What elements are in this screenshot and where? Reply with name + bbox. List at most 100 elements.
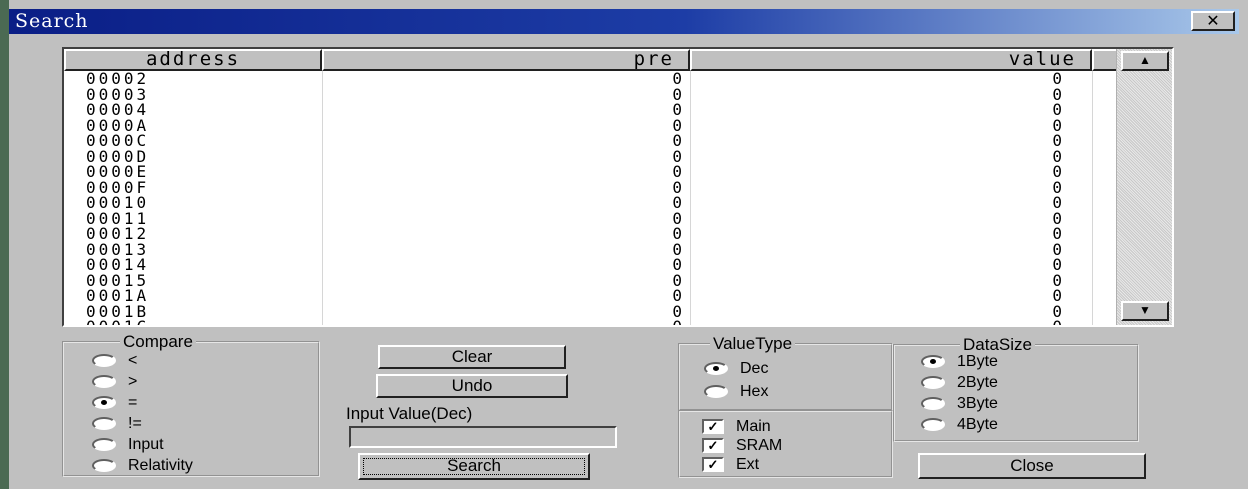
table-row[interactable]: 0001A 0 0 bbox=[64, 288, 1116, 304]
data-size-option-1byte[interactable]: 1Byte bbox=[921, 352, 998, 372]
value-cell: 0 bbox=[1052, 317, 1062, 327]
search-dialog: Search ✕ address pre value 00002 0 0 00003 0… bbox=[0, 0, 1248, 489]
table-row[interactable]: 00003 0 0 bbox=[64, 84, 1116, 104]
radio-button[interactable] bbox=[921, 355, 945, 369]
value-cell: 0 bbox=[1052, 131, 1062, 150]
radio-button[interactable] bbox=[92, 375, 116, 389]
background-edge bbox=[0, 0, 9, 489]
address-cell: 00012 bbox=[86, 224, 150, 243]
compare-option-less-than[interactable]: < bbox=[92, 351, 137, 371]
memory-option-ext[interactable]: ✓ Ext bbox=[702, 455, 759, 475]
data-size-option-3byte[interactable]: 3Byte bbox=[921, 394, 998, 414]
pre-cell: 0 bbox=[672, 131, 682, 150]
radio-button[interactable] bbox=[921, 376, 945, 390]
pre-cell: 0 bbox=[672, 270, 682, 290]
arrow-up-icon: ▲ bbox=[1139, 53, 1151, 67]
table-row[interactable]: 00004 0 0 bbox=[64, 102, 1116, 118]
compare-option-not-equal[interactable]: != bbox=[92, 414, 142, 434]
address-cell: 00014 bbox=[86, 255, 150, 274]
value-type-option-dec[interactable]: Dec bbox=[704, 359, 768, 379]
checkbox[interactable]: ✓ bbox=[702, 457, 724, 473]
vertical-scrollbar[interactable]: ▲ ▼ bbox=[1116, 49, 1172, 325]
checkbox[interactable]: ✓ bbox=[702, 419, 724, 435]
checkbox[interactable]: ✓ bbox=[702, 438, 724, 454]
input-value-field[interactable] bbox=[349, 426, 617, 448]
address-cell: 00004 bbox=[86, 100, 150, 119]
value-cell: 0 bbox=[1052, 208, 1062, 228]
column-header-address[interactable]: address bbox=[64, 49, 322, 71]
value-cell: 0 bbox=[1052, 239, 1062, 259]
table-row[interactable]: 00014 0 0 bbox=[64, 257, 1116, 273]
close-window-button[interactable]: ✕ bbox=[1191, 11, 1235, 31]
close-button[interactable]: Close bbox=[918, 453, 1146, 479]
data-size-option-4byte[interactable]: 4Byte bbox=[921, 415, 998, 435]
table-row[interactable]: 00002 0 0 bbox=[64, 71, 1116, 87]
search-button[interactable]: Search bbox=[358, 453, 590, 480]
pre-cell: 0 bbox=[672, 115, 682, 135]
pre-cell: 0 bbox=[672, 301, 682, 321]
pre-cell: 0 bbox=[672, 208, 682, 228]
value-cell: 0 bbox=[1052, 224, 1062, 243]
table-row[interactable]: 00015 0 0 bbox=[64, 270, 1116, 290]
radio-button[interactable] bbox=[704, 362, 728, 376]
pre-cell: 0 bbox=[672, 224, 682, 243]
pre-cell: 0 bbox=[672, 239, 682, 259]
value-cell: 0 bbox=[1052, 146, 1062, 166]
value-type-option-hex[interactable]: Hex bbox=[704, 382, 768, 402]
pre-cell: 0 bbox=[672, 193, 682, 212]
value-cell: 0 bbox=[1052, 84, 1062, 104]
address-cell: 0000C bbox=[86, 131, 150, 150]
memory-group: ✓ Main ✓ SRAM ✓ Ext bbox=[678, 410, 893, 478]
title-bar[interactable]: Search ✕ bbox=[9, 9, 1239, 34]
table-row[interactable]: 0000A 0 0 bbox=[64, 115, 1116, 135]
pre-cell: 0 bbox=[672, 84, 682, 104]
value-cell: 0 bbox=[1052, 270, 1062, 290]
undo-button[interactable]: Undo bbox=[376, 374, 568, 398]
address-cell: 0001C bbox=[86, 317, 150, 327]
radio-button[interactable] bbox=[921, 418, 945, 432]
radio-button[interactable] bbox=[921, 397, 945, 411]
pre-cell: 0 bbox=[672, 286, 682, 305]
table-row[interactable]: 0000C 0 0 bbox=[64, 133, 1116, 149]
column-header-pre[interactable]: pre bbox=[322, 49, 690, 71]
memory-option-main[interactable]: ✓ Main bbox=[702, 417, 771, 437]
table-row[interactable]: 00011 0 0 bbox=[64, 208, 1116, 228]
value-cell: 0 bbox=[1052, 100, 1062, 119]
table-row[interactable]: 0001B 0 0 bbox=[64, 301, 1116, 321]
table-row[interactable]: 0001C 0 0 bbox=[64, 317, 1116, 327]
clear-button[interactable]: Clear bbox=[378, 345, 566, 369]
value-cell: 0 bbox=[1052, 255, 1062, 274]
scroll-down-button[interactable]: ▼ bbox=[1121, 301, 1169, 321]
scroll-up-button[interactable]: ▲ bbox=[1121, 51, 1169, 71]
pre-cell: 0 bbox=[672, 317, 682, 327]
radio-button[interactable] bbox=[92, 459, 116, 473]
address-cell: 0000E bbox=[86, 162, 150, 181]
close-icon: ✕ bbox=[1206, 11, 1220, 30]
table-row[interactable]: 0000F 0 0 bbox=[64, 177, 1116, 197]
radio-button[interactable] bbox=[92, 396, 116, 410]
compare-option-input[interactable]: Input bbox=[92, 435, 164, 455]
compare-option-greater-than[interactable]: > bbox=[92, 372, 137, 392]
compare-option-equal[interactable]: = bbox=[92, 393, 137, 413]
radio-button[interactable] bbox=[704, 385, 728, 399]
pre-cell: 0 bbox=[672, 255, 682, 274]
table-row[interactable]: 00013 0 0 bbox=[64, 239, 1116, 259]
value-type-label: ValueType bbox=[710, 334, 796, 353]
memory-option-sram[interactable]: ✓ SRAM bbox=[702, 436, 782, 456]
data-size-option-2byte[interactable]: 2Byte bbox=[921, 373, 998, 393]
results-list[interactable]: address pre value 00002 0 0 00003 0 0 00004 0 0 0… bbox=[62, 47, 1174, 327]
pre-cell: 0 bbox=[672, 177, 682, 197]
radio-button[interactable] bbox=[92, 438, 116, 452]
table-row[interactable]: 00012 0 0 bbox=[64, 226, 1116, 242]
table-row[interactable]: 00010 0 0 bbox=[64, 195, 1116, 211]
column-header-value[interactable]: value bbox=[690, 49, 1092, 71]
radio-button[interactable] bbox=[92, 354, 116, 368]
table-row[interactable]: 0000D 0 0 bbox=[64, 146, 1116, 166]
compare-group: Compare < > = != Input Relativity bbox=[62, 332, 320, 477]
table-row[interactable]: 0000E 0 0 bbox=[64, 164, 1116, 180]
compare-option-relativity[interactable]: Relativity bbox=[92, 456, 193, 476]
data-size-group: DataSize 1Byte 2Byte 3Byte 4Byte bbox=[893, 335, 1139, 442]
compare-label: Compare bbox=[120, 332, 196, 351]
value-type-group: ValueType Dec Hex bbox=[678, 334, 893, 411]
radio-button[interactable] bbox=[92, 417, 116, 431]
